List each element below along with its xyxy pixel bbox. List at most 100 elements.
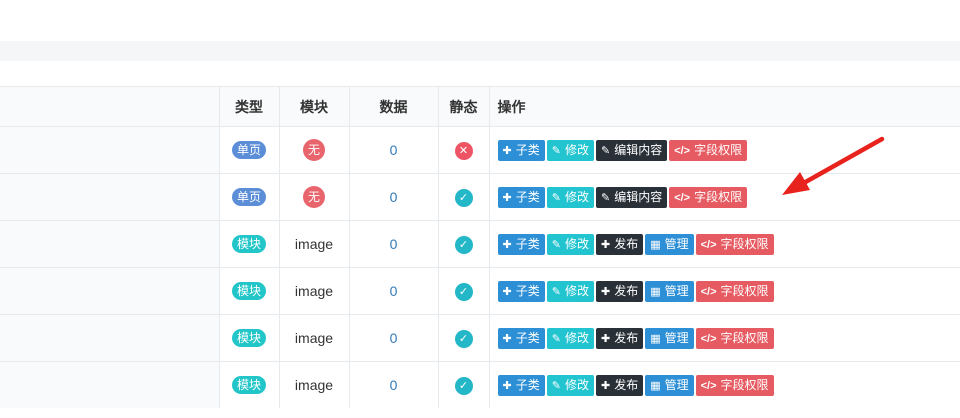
data-count-link[interactable]: 0 — [390, 330, 398, 346]
manage-button[interactable]: ▦ 管理 — [645, 280, 694, 302]
field-permission-button[interactable]: </> 字段权限 — [669, 139, 748, 161]
module-cell: 无 — [279, 173, 350, 221]
button-label: 修改 — [564, 142, 589, 157]
plus-icon: ✚ — [502, 144, 512, 157]
field-permission-button[interactable]: </> 字段权限 — [695, 233, 774, 255]
edit-button[interactable]: ✎ 修改 — [546, 374, 594, 396]
data-count-link[interactable]: 0 — [390, 377, 398, 393]
button-label: 发布 — [614, 330, 639, 345]
code-icon: </> — [700, 332, 717, 345]
button-label: 发布 — [614, 377, 639, 392]
edit-button[interactable]: ✎ 修改 — [546, 139, 594, 161]
type-cell: 单页 — [219, 126, 280, 174]
pencil-icon: ✎ — [551, 379, 561, 392]
data-cell: 0 — [349, 314, 439, 362]
button-label: 子类 — [515, 283, 540, 298]
check-icon[interactable]: ✓ — [454, 188, 473, 207]
pencil-icon: ✎ — [551, 191, 561, 204]
add-subcategory-button[interactable]: ✚ 子类 — [497, 374, 545, 396]
content-action-button[interactable]: ✎ 编辑内容 — [595, 139, 668, 161]
data-count-link[interactable]: 0 — [390, 189, 398, 205]
add-subcategory-button[interactable]: ✚ 子类 — [497, 327, 545, 349]
edit-button[interactable]: ✎ 修改 — [546, 233, 594, 255]
field-permission-button[interactable]: </> 字段权限 — [695, 374, 774, 396]
type-cell: 模块 — [219, 267, 280, 315]
data-count-link[interactable]: 0 — [390, 236, 398, 252]
check-icon[interactable]: ✓ — [454, 282, 473, 301]
button-label: 字段权限 — [720, 283, 769, 298]
data-cell: 0 — [349, 267, 439, 315]
category-table: 类型 模块 数据 静态 操作 单页无 0 ✕ ✚ 子类 ✎ 修改 ✎ 编辑内容 </> 字段权限 单页… — [0, 86, 960, 408]
ops-cell: ✚ 子类 ✎ 修改 ✚ 发布 ▦ 管理 </> 字段权限 — [489, 361, 960, 408]
button-label: 字段权限 — [720, 330, 769, 345]
button-label: 字段权限 — [694, 142, 743, 157]
data-cell: 0 — [349, 173, 439, 221]
header-ops: 操作 — [489, 86, 960, 127]
add-subcategory-button[interactable]: ✚ 子类 — [497, 139, 545, 161]
data-cell: 0 — [349, 220, 439, 268]
check-icon[interactable]: ✓ — [454, 329, 473, 348]
plus-icon: ✚ — [600, 332, 611, 345]
content-action-button[interactable]: ✚ 发布 — [595, 233, 644, 255]
pencil-icon: ✎ — [551, 332, 561, 345]
table-row: 模块 image 0 ✓ ✚ 子类 ✎ 修改 ✚ 发布 ▦ 管理 </> 字段权限 — [0, 361, 960, 408]
table-row: 单页无 0 ✓ ✚ 子类 ✎ 修改 ✎ 编辑内容 </> 字段权限 — [0, 173, 960, 221]
plus-icon: ✚ — [600, 285, 611, 298]
type-badge: 模块 — [231, 329, 266, 347]
field-permission-button[interactable]: </> 字段权限 — [695, 327, 774, 349]
ops-cell: ✚ 子类 ✎ 修改 ✚ 发布 ▦ 管理 </> 字段权限 — [489, 267, 960, 315]
static-cell: ✕ — [438, 126, 490, 174]
data-cell: 0 — [349, 361, 439, 408]
add-subcategory-button[interactable]: ✚ 子类 — [497, 186, 545, 208]
content-action-button[interactable]: ✚ 发布 — [595, 327, 644, 349]
type-badge: 单页 — [231, 141, 266, 159]
static-cell: ✓ — [438, 314, 490, 362]
manage-button[interactable]: ▦ 管理 — [645, 327, 694, 349]
ops-cell: ✚ 子类 ✎ 修改 ✎ 编辑内容 </> 字段权限 — [489, 173, 960, 221]
module-cell: image — [279, 314, 350, 362]
button-label: 子类 — [515, 142, 540, 157]
ops-cell: ✚ 子类 ✎ 修改 ✎ 编辑内容 </> 字段权限 — [489, 126, 960, 174]
section-divider-band — [0, 41, 960, 61]
field-permission-button[interactable]: </> 字段权限 — [695, 280, 774, 302]
button-label: 管理 — [664, 236, 689, 251]
module-name: image — [294, 283, 334, 299]
button-label: 管理 — [664, 283, 689, 298]
type-cell: 模块 — [219, 220, 280, 268]
module-none-badge: 无 — [303, 139, 325, 161]
field-permission-button[interactable]: </> 字段权限 — [669, 186, 748, 208]
button-label: 编辑内容 — [614, 189, 663, 204]
module-cell: 无 — [279, 126, 350, 174]
pencil-icon: ✎ — [551, 285, 561, 298]
data-count-link[interactable]: 0 — [390, 142, 398, 158]
edit-button[interactable]: ✎ 修改 — [546, 327, 594, 349]
code-icon: </> — [700, 285, 717, 298]
type-cell: 模块 — [219, 314, 280, 362]
content-action-button[interactable]: ✚ 发布 — [595, 280, 644, 302]
table-row: 模块 image 0 ✓ ✚ 子类 ✎ 修改 ✚ 发布 ▦ 管理 </> 字段权限 — [0, 267, 960, 315]
content-action-button[interactable]: ✎ 编辑内容 — [595, 186, 668, 208]
check-icon[interactable]: ✓ — [454, 235, 473, 254]
check-icon[interactable]: ✓ — [454, 376, 473, 395]
content-action-button[interactable]: ✚ 发布 — [595, 374, 644, 396]
static-cell: ✓ — [438, 361, 490, 408]
grid-icon: ▦ — [650, 379, 661, 392]
button-label: 字段权限 — [694, 189, 743, 204]
cross-icon[interactable]: ✕ — [454, 141, 473, 160]
add-subcategory-button[interactable]: ✚ 子类 — [497, 233, 545, 255]
data-count-link[interactable]: 0 — [390, 283, 398, 299]
module-name: image — [294, 377, 334, 393]
name-cell — [0, 361, 220, 408]
add-subcategory-button[interactable]: ✚ 子类 — [497, 280, 545, 302]
button-label: 管理 — [664, 377, 689, 392]
button-label: 管理 — [664, 330, 689, 345]
manage-button[interactable]: ▦ 管理 — [645, 374, 694, 396]
edit-button[interactable]: ✎ 修改 — [546, 186, 594, 208]
manage-button[interactable]: ▦ 管理 — [645, 233, 694, 255]
name-cell — [0, 173, 220, 221]
table-header-row: 类型 模块 数据 静态 操作 — [0, 86, 960, 127]
button-label: 字段权限 — [720, 377, 769, 392]
type-badge: 模块 — [231, 376, 266, 394]
edit-button[interactable]: ✎ 修改 — [546, 280, 594, 302]
module-name: image — [294, 330, 334, 346]
